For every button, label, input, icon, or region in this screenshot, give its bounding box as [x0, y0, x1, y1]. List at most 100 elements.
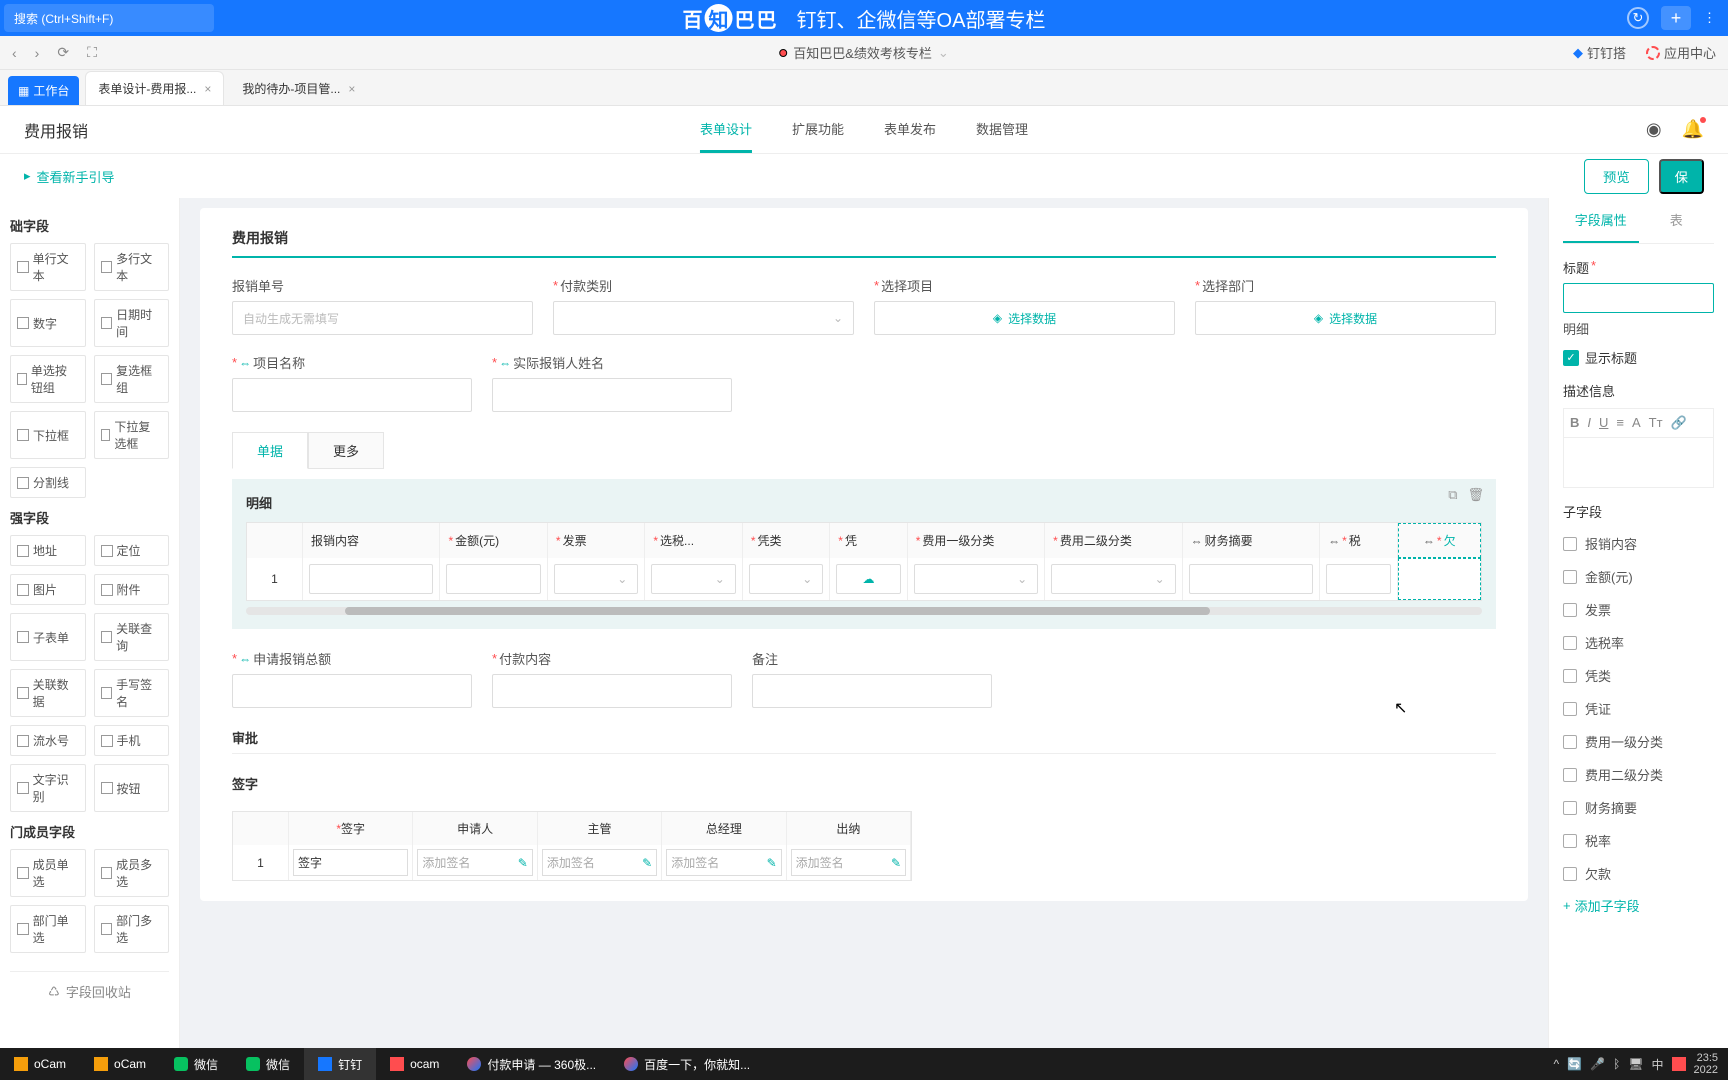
col-header[interactable]: *费用二级分类 [1045, 523, 1182, 558]
props-tab-field[interactable]: 字段属性 [1563, 198, 1639, 243]
history-icon[interactable]: ↻ [1627, 7, 1649, 29]
palette-item[interactable]: 部门单选 [10, 905, 86, 953]
add-sign-button[interactable]: 添加签名✎ [791, 849, 906, 876]
palette-item[interactable]: 分割线 [10, 467, 86, 498]
subfield-item[interactable]: 财务摘要 [1563, 791, 1714, 824]
guide-link[interactable]: ▸ 查看新手引导 [24, 167, 115, 186]
close-icon[interactable]: × [348, 82, 355, 96]
cell-input[interactable] [309, 564, 433, 594]
task-item[interactable]: 付款申请 — 360极... [453, 1048, 610, 1080]
fontsize-icon[interactable]: Tт [1649, 415, 1663, 431]
cell-input[interactable] [1189, 564, 1313, 594]
pay-type-select[interactable]: ⌄ [553, 301, 854, 335]
add-sign-button[interactable]: 添加签名✎ [666, 849, 781, 876]
add-sign-button[interactable]: 添加签名✎ [542, 849, 657, 876]
more-icon[interactable]: ⋮ [1703, 10, 1716, 26]
scrollbar-thumb[interactable] [345, 607, 1210, 615]
cell-input[interactable] [1326, 564, 1390, 594]
subfield-item[interactable]: 发票 [1563, 593, 1714, 626]
palette-item[interactable]: 子表单 [10, 613, 86, 661]
sign-col[interactable]: 总经理 [662, 812, 786, 845]
palette-item[interactable]: 部门多选 [94, 905, 170, 953]
subfield-item[interactable]: 凭证 [1563, 692, 1714, 725]
field-real-person[interactable]: *⇔实际报销人姓名 [492, 353, 732, 412]
palette-item[interactable]: 日期时间 [94, 299, 170, 347]
subfield-item[interactable]: 选税率 [1563, 626, 1714, 659]
cell-new[interactable] [1398, 558, 1481, 600]
field-remark[interactable]: 备注 [752, 649, 992, 708]
form-title[interactable]: 费用报销 [232, 228, 1496, 258]
prop-title-input[interactable] [1563, 283, 1714, 313]
select-dept-button[interactable]: ◈选择数据 [1195, 301, 1496, 335]
col-header[interactable]: *凭 [830, 523, 907, 558]
detail-subform[interactable]: ⧉ 🗑 明细 报销内容 *金额(元) *发票 *选税... *凭类 *凭 *费用… [232, 479, 1496, 629]
tray-chevron-icon[interactable]: ^ [1554, 1057, 1560, 1071]
palette-item[interactable]: 关联数据 [10, 669, 86, 717]
remark-input[interactable] [752, 674, 992, 708]
subfield-item[interactable]: 凭类 [1563, 659, 1714, 692]
subfield-item[interactable]: 金额(元) [1563, 560, 1714, 593]
tray-monitor-icon[interactable]: 🖥 [1628, 1057, 1643, 1071]
cell-input[interactable] [446, 564, 540, 594]
subfield-item[interactable]: 费用一级分类 [1563, 725, 1714, 758]
palette-item[interactable]: 成员多选 [94, 849, 170, 897]
props-tab-form[interactable]: 表 [1639, 198, 1715, 243]
task-item[interactable]: 微信 [160, 1048, 232, 1080]
cell-select[interactable]: ⌄ [914, 564, 1038, 594]
sign-section[interactable]: 签字 [232, 774, 1496, 799]
tray-ime-icon[interactable]: 中 [1652, 1056, 1664, 1073]
palette-item[interactable]: 手写签名 [94, 669, 170, 717]
field-pay-content[interactable]: *付款内容 [492, 649, 732, 708]
refresh-button[interactable]: ⟳ [57, 44, 69, 61]
palette-item[interactable]: 单行文本 [10, 243, 86, 291]
col-header[interactable]: 报销内容 [303, 523, 440, 558]
back-button[interactable]: ‹ [12, 45, 17, 61]
palette-item[interactable]: 地址 [10, 535, 86, 566]
color-icon[interactable]: A [1632, 415, 1641, 431]
palette-item[interactable]: 复选框组 [94, 355, 170, 403]
col-header[interactable]: *凭类 [743, 523, 830, 558]
palette-item[interactable]: 成员单选 [10, 849, 86, 897]
col-header[interactable]: *金额(元) [440, 523, 547, 558]
nav-form-design[interactable]: 表单设计 [700, 107, 752, 153]
sign-col[interactable]: 出纳 [787, 812, 911, 845]
col-header[interactable]: ⇔财务摘要 [1183, 523, 1320, 558]
palette-item[interactable]: 文字识别 [10, 764, 86, 812]
field-project-sel[interactable]: *选择项目 ◈选择数据 [874, 276, 1175, 335]
bell-icon[interactable]: 🔔 [1682, 119, 1704, 140]
col-header[interactable]: ⇔*税 [1320, 523, 1397, 558]
tab-my-todo[interactable]: 我的待办-项目管... × [230, 72, 367, 105]
nav-extension[interactable]: 扩展功能 [792, 107, 844, 153]
palette-item[interactable]: 下拉框 [10, 411, 86, 459]
palette-item[interactable]: 图片 [10, 574, 86, 605]
pay-content-input[interactable] [492, 674, 732, 708]
detail-tab-single[interactable]: 单据 [232, 432, 308, 469]
appcenter-link[interactable]: 应用中心 [1646, 43, 1716, 62]
delete-icon[interactable]: 🗑 [1467, 487, 1484, 503]
nav-publish[interactable]: 表单发布 [884, 107, 936, 153]
add-subfield-button[interactable]: +添加子字段 [1563, 896, 1714, 915]
cell-select[interactable]: ⌄ [749, 564, 823, 594]
cell-upload[interactable]: ☁ [836, 564, 900, 594]
total-input[interactable] [232, 674, 472, 708]
cell-select[interactable]: ⌄ [1051, 564, 1175, 594]
sign-col[interactable]: 申请人 [413, 812, 537, 845]
field-total[interactable]: *⇔申请报销总额 [232, 649, 472, 708]
col-header-new[interactable]: ⇔*欠 [1398, 523, 1481, 558]
cell-select[interactable]: ⌄ [651, 564, 735, 594]
sign-cell-input[interactable]: 签字 [293, 849, 408, 876]
nav-data-mgmt[interactable]: 数据管理 [976, 107, 1028, 153]
save-button[interactable]: 保 [1659, 159, 1704, 194]
project-name-input[interactable] [232, 378, 472, 412]
palette-item[interactable]: 流水号 [10, 725, 86, 756]
palette-item[interactable]: 多行文本 [94, 243, 170, 291]
preview-button[interactable]: 预览 [1584, 159, 1649, 194]
link-icon[interactable]: 🔗 [1671, 415, 1687, 431]
field-dept-sel[interactable]: *选择部门 ◈选择数据 [1195, 276, 1496, 335]
task-item[interactable]: 百度一下，你就知... [610, 1048, 764, 1080]
real-person-input[interactable] [492, 378, 732, 412]
palette-item[interactable]: 手机 [94, 725, 170, 756]
workspace-name[interactable]: 百知巴巴&绩效考核专栏 ⌄ [779, 43, 949, 62]
taskbar[interactable]: oCam oCam 微信 微信 钉钉 ocam 付款申请 — 360极... 百… [0, 1048, 1728, 1080]
task-item[interactable]: oCam [80, 1048, 160, 1080]
